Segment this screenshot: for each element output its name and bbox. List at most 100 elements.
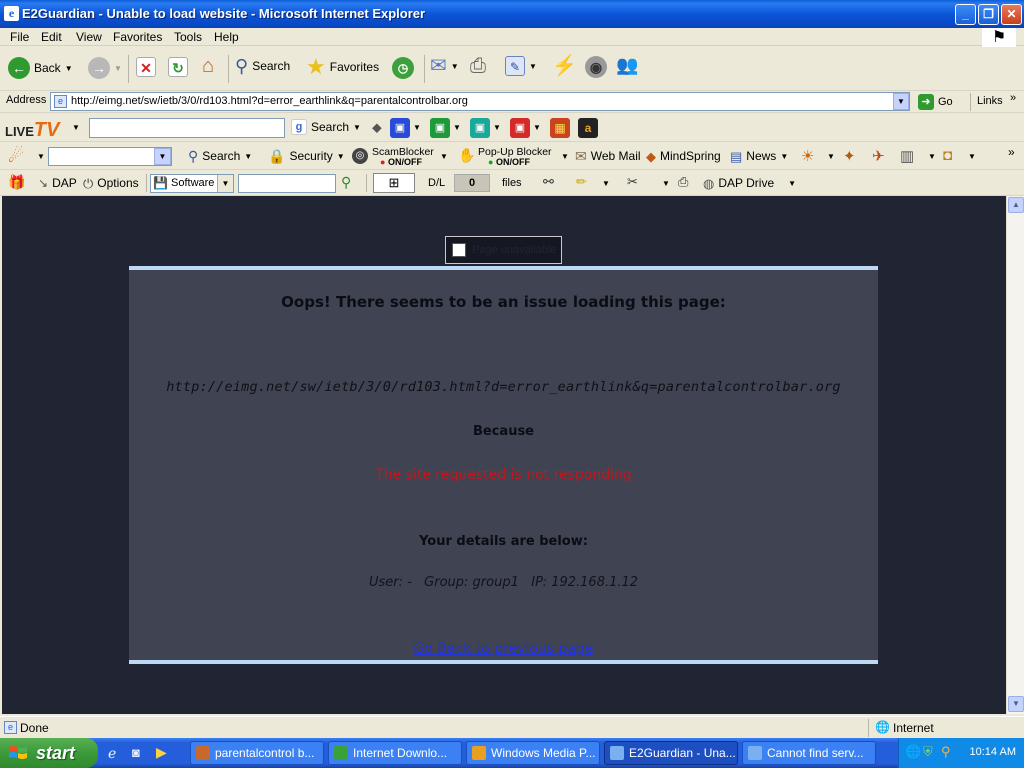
menu-help[interactable]: Help xyxy=(214,30,239,44)
history-button[interactable]: ◷ xyxy=(392,57,414,79)
livetv-menu-chevron-icon[interactable]: ▼ xyxy=(72,123,80,132)
earthlink-search-dropdown[interactable]: ▼ xyxy=(154,148,171,165)
refresh-button[interactable]: ↻ xyxy=(168,57,188,77)
tray-network-icon[interactable]: 🌐 xyxy=(905,744,921,760)
dap-arrow-icon: ↘ xyxy=(38,176,49,190)
forward-button[interactable]: → ▼ xyxy=(88,57,122,79)
system-tray: 🌐 ⛨ ⚲ 10:14 AM xyxy=(898,738,1024,768)
chevron-down-icon[interactable]: ▼ xyxy=(602,179,610,188)
minimize-button[interactable]: _ xyxy=(955,4,976,25)
speed-icon[interactable]: ⚯ xyxy=(543,174,554,190)
shopping-icon[interactable]: ▥ xyxy=(900,147,914,165)
go-back-link[interactable]: Go Back to previous page xyxy=(129,641,878,657)
favorites-button[interactable]: ★ Favorites xyxy=(306,56,379,78)
messenger-button[interactable]: 👥 xyxy=(616,56,638,74)
start-label: start xyxy=(36,743,76,763)
travel-icon[interactable]: ✈ xyxy=(872,147,885,165)
dap-search-input[interactable] xyxy=(238,174,336,193)
dap-button[interactable]: ↘ DAP xyxy=(38,176,77,190)
menu-edit[interactable]: Edit xyxy=(41,30,62,44)
category-select-value: Software xyxy=(171,177,215,189)
task-button[interactable]: Windows Media P... xyxy=(466,741,600,765)
games-grid-icon[interactable]: ▦ xyxy=(550,118,570,138)
chevron-down-icon[interactable]: ▼ xyxy=(440,152,448,161)
amazon-icon[interactable]: a xyxy=(578,118,598,138)
chevron-down-icon[interactable]: ▼ xyxy=(533,123,541,132)
search-icon[interactable]: ⚲ xyxy=(341,174,351,191)
category-select[interactable]: 💾 Software ▼ xyxy=(150,174,234,193)
chevron-down-icon[interactable]: ▼ xyxy=(493,123,501,132)
options-button[interactable]: ⏻ Options xyxy=(83,176,139,190)
livetv-search-button[interactable]: g Search ▼ xyxy=(291,119,361,135)
toolbar-more-chevron-icon[interactable]: » xyxy=(1008,145,1015,159)
address-dropdown-button[interactable]: ▼ xyxy=(893,93,909,110)
tools-icon[interactable]: ✂ xyxy=(627,174,638,190)
chevron-down-icon[interactable]: ▼ xyxy=(561,152,569,161)
close-button[interactable]: ✕ xyxy=(1001,4,1022,25)
chevron-down-icon[interactable]: ▼ xyxy=(413,123,421,132)
title-bar[interactable]: e E2Guardian - Unable to load website - … xyxy=(0,0,1024,28)
back-button[interactable]: ← Back ▼ xyxy=(8,57,73,79)
news-button[interactable]: ▤ News ▼ xyxy=(730,149,788,163)
scroll-up-button[interactable]: ▲ xyxy=(1008,197,1024,213)
print-button[interactable]: ⎙ xyxy=(470,56,486,76)
highlight-icon[interactable]: ✏ xyxy=(576,174,587,190)
chevron-down-icon[interactable]: ▼ xyxy=(453,123,461,132)
start-windows-logo-icon xyxy=(9,746,27,759)
tray-shield-icon[interactable]: ⛨ xyxy=(923,744,933,760)
mindspring-icon: ◆ xyxy=(646,148,656,164)
chevron-down-icon[interactable]: ▼ xyxy=(928,152,936,161)
dap-gift-icon[interactable]: 🎁 xyxy=(8,174,25,191)
earthlink-icon[interactable]: ☄ xyxy=(8,146,24,167)
menu-view[interactable]: View xyxy=(76,30,102,44)
search-button[interactable]: ⚲ Search xyxy=(235,57,290,75)
task-button[interactable]: Cannot find serv... xyxy=(742,741,876,765)
tv-channel-red-icon[interactable]: ▣ xyxy=(510,118,530,138)
research-button[interactable]: ⚡ xyxy=(552,56,577,76)
start-button[interactable]: start xyxy=(0,738,98,768)
earthlink-search-button[interactable]: ⚲ Search ▼ xyxy=(188,149,252,163)
edit-button[interactable]: ✎ ▼ xyxy=(505,56,537,76)
quicklaunch-desktop-icon[interactable]: ◙ xyxy=(132,745,140,760)
mindspring-button[interactable]: ◆ MindSpring xyxy=(646,149,721,163)
toolbar-grip-icon[interactable]: ⬥ xyxy=(372,119,382,136)
task-button[interactable]: Internet Downlo... xyxy=(328,741,462,765)
go-button[interactable]: ➜ Go xyxy=(918,94,953,110)
links-button[interactable]: Links xyxy=(977,95,1003,107)
download-manager-icon[interactable]: ⊞ xyxy=(373,173,415,193)
task-button-active[interactable]: E2Guardian - Una... xyxy=(604,741,738,765)
address-input[interactable]: e http://eimg.net/sw/ietb/3/0/rd103.html… xyxy=(50,92,910,111)
chevron-down-icon[interactable]: ▼ xyxy=(662,179,670,188)
favorites-star-icon: ★ xyxy=(306,54,326,79)
tv-channel-teal-icon[interactable]: ▣ xyxy=(470,118,490,138)
chevron-down-icon[interactable]: ▼ xyxy=(827,152,835,161)
chevron-down-icon[interactable]: ▼ xyxy=(968,152,976,161)
mail-button[interactable]: ✉ ▼ xyxy=(430,56,459,76)
printer-icon[interactable]: ⎙ xyxy=(678,174,688,190)
scroll-down-button[interactable]: ▼ xyxy=(1008,696,1024,712)
chevron-down-icon[interactable]: ▼ xyxy=(37,152,45,161)
weather-icon[interactable]: ☀ xyxy=(801,147,814,165)
tv-channel-blue-icon[interactable]: ▣ xyxy=(390,118,410,138)
dap-drive-button[interactable]: ◍ DAP Drive ▼ xyxy=(703,176,796,190)
webmail-button[interactable]: ✉ Web Mail xyxy=(575,149,641,163)
vertical-scrollbar[interactable]: ▲ ▼ xyxy=(1006,196,1024,714)
maximize-button[interactable]: ❐ xyxy=(978,4,999,25)
security-button[interactable]: 🔒 Security ▼ xyxy=(268,149,345,163)
tv-channel-green-icon[interactable]: ▣ xyxy=(430,118,450,138)
quicklaunch-ie-icon[interactable]: ℯ xyxy=(108,745,116,762)
menu-favorites[interactable]: Favorites xyxy=(113,30,162,44)
task-button[interactable]: parentalcontrol b... xyxy=(190,741,324,765)
stop-button[interactable]: ✕ xyxy=(136,57,156,77)
menu-tools[interactable]: Tools xyxy=(174,30,202,44)
home-button[interactable]: ⌂ xyxy=(198,56,218,76)
media-button[interactable]: ◉ xyxy=(585,56,607,78)
news-icon: ▤ xyxy=(730,148,743,164)
bag-icon[interactable]: ◘ xyxy=(943,147,952,164)
menu-file[interactable]: File xyxy=(10,30,29,44)
tray-search-icon[interactable]: ⚲ xyxy=(941,744,951,760)
quicklaunch-media-icon[interactable]: ▶ xyxy=(156,744,167,761)
games-icon[interactable]: ✦ xyxy=(843,147,856,165)
livetv-search-input[interactable] xyxy=(89,118,285,138)
links-chevron-icon[interactable]: » xyxy=(1010,92,1016,104)
